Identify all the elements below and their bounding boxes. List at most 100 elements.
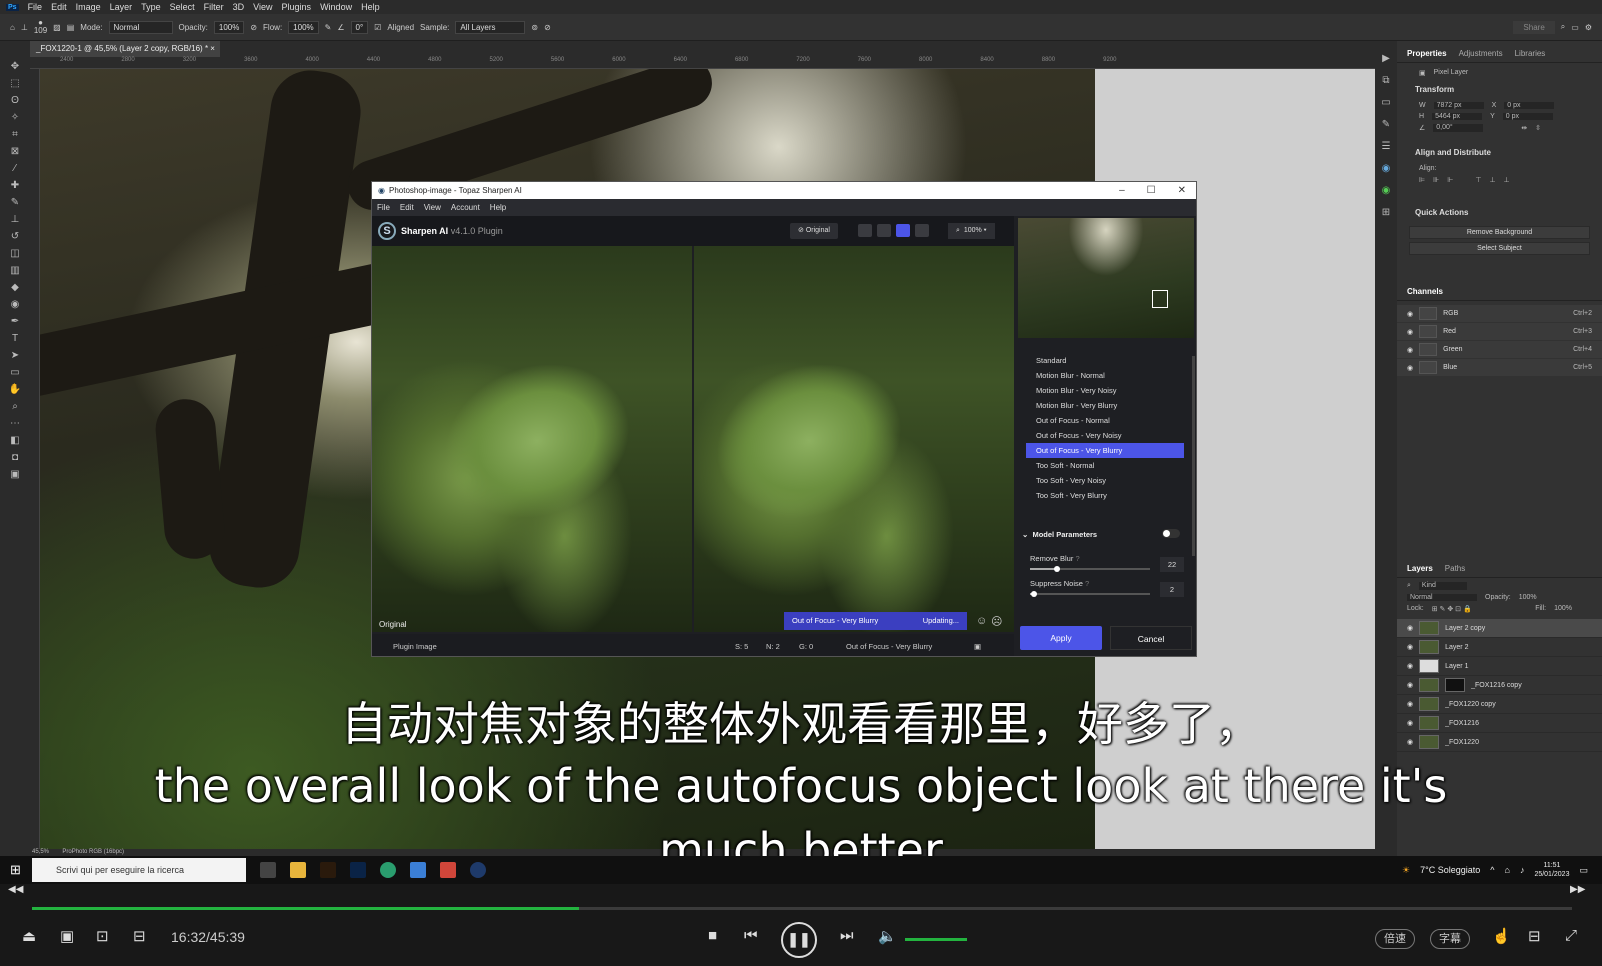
pause-button[interactable]: ❚❚ [781,922,817,958]
topaz-menu-view[interactable]: View [424,203,441,212]
brush-tool-icon[interactable]: ✎ [7,197,23,209]
clone-source-icon[interactable]: ▤ [67,23,75,32]
model-option[interactable]: Motion Blur - Very Blurry [1026,398,1184,413]
tab-properties[interactable]: Properties [1407,49,1447,58]
eye-icon[interactable]: ◉ [1407,346,1413,354]
windows-start-icon[interactable]: ⊞ [10,862,21,878]
eye-icon[interactable]: ◉ [1407,662,1413,670]
tab-layers[interactable]: Layers [1407,564,1433,573]
eyedropper-tool-icon[interactable]: ⁄ [7,163,23,175]
menu-help[interactable]: Help [361,2,380,12]
tab-channels[interactable]: Channels [1407,287,1443,296]
next-icon[interactable]: ⏭ [840,927,854,944]
file-explorer-icon[interactable] [290,862,306,878]
document-tab[interactable]: _FOX1220-1 @ 45,5% (Layer 2 copy, RGB/16… [30,41,220,57]
y-field[interactable]: 0 px [1502,113,1553,120]
quick-select-tool-icon[interactable]: ✧ [7,112,23,124]
layer-row[interactable]: ◉ Layer 1 [1397,657,1602,676]
original-preview-pane[interactable] [372,246,692,632]
slider-knob[interactable] [1054,566,1060,572]
frame-tool-icon[interactable]: ⊠ [7,146,23,158]
align-bottom-icon[interactable]: ⊥ [1504,176,1510,184]
progress-bar[interactable] [32,907,1572,910]
apply-button[interactable]: Apply [1020,626,1102,650]
model-option[interactable]: Out of Focus - Very Noisy [1026,428,1184,443]
network-icon[interactable]: ⌂ [1505,865,1510,875]
menu-select[interactable]: Select [170,2,195,12]
align-left-icon[interactable]: ⊫ [1419,176,1425,184]
layer-opacity-field[interactable]: 100% [1519,594,1537,601]
workspace-icon[interactable]: ▭ [1571,23,1579,32]
opacity-field[interactable]: 100% [213,20,245,34]
maximize-icon[interactable]: ☐ [1147,185,1156,196]
channel-row[interactable]: ◉ RGB Ctrl+2 [1397,305,1602,322]
taskbar-search-box[interactable]: Scrivi qui per eseguire la ricerca [32,858,246,882]
tab-libraries[interactable]: Libraries [1515,49,1546,58]
topaz-menu-account[interactable]: Account [451,203,480,212]
gradient-tool-icon[interactable]: ▥ [7,265,23,277]
lock-icons[interactable]: ⊞ ✎ ✥ ⊡ 🔒 [1432,605,1472,613]
model-option-selected[interactable]: Out of Focus - Very Blurry [1026,443,1184,458]
type-tool-icon[interactable]: T [7,333,23,345]
path-select-tool-icon[interactable]: ➤ [7,350,23,362]
task-view-icon[interactable] [260,862,276,878]
menu-layer[interactable]: Layer [110,2,133,12]
fill-field[interactable]: 100% [1554,605,1580,613]
model-option[interactable]: Too Soft - Very Blurry [1026,488,1184,503]
move-tool-icon[interactable]: ✥ [7,61,23,73]
eject-icon[interactable]: ⏏ [22,927,36,945]
brush-settings-icon[interactable]: ▨ [53,23,61,32]
eye-icon[interactable]: ◉ [1407,364,1413,372]
close-icon[interactable]: ✕ [1178,185,1186,196]
screen-mode-icon[interactable]: ▣ [7,469,23,481]
photos-icon[interactable] [410,862,426,878]
pressure-size-icon[interactable]: ⊘ [544,23,551,32]
toolbox-icon[interactable]: ⊟ [1528,927,1541,945]
cancel-button[interactable]: Cancel [1110,626,1192,650]
stop-icon[interactable]: ■ [708,927,717,944]
align-middle-icon[interactable]: ⊥ [1489,176,1495,184]
comments-icon[interactable]: ▭ [1378,97,1394,109]
navigator-preview[interactable] [1018,218,1194,338]
model-option[interactable]: Motion Blur - Normal [1026,368,1184,383]
layer-row[interactable]: ◉ Layer 2 [1397,638,1602,657]
flip-horizontal-icon[interactable]: ⇹ [1521,124,1527,132]
suppress-noise-value[interactable]: 2 [1160,582,1184,597]
hand-tool-icon[interactable]: ✋ [7,384,23,396]
menu-plugins[interactable]: Plugins [282,2,312,12]
help-icon[interactable]: ? [1085,579,1089,588]
adjustments-icon[interactable]: ☰ [1378,141,1394,153]
auto-params-toggle[interactable] [1162,529,1180,538]
dodge-tool-icon[interactable]: ◉ [7,299,23,311]
frown-feedback-icon[interactable]: ☹ [991,615,1002,628]
tab-paths[interactable]: Paths [1445,564,1465,573]
eye-icon[interactable]: ◉ [1407,328,1413,336]
menu-image[interactable]: Image [76,2,101,12]
select-subject-button[interactable]: Select Subject [1409,242,1590,255]
crop-tool-icon[interactable]: ⌗ [7,129,23,141]
tab-adjustments[interactable]: Adjustments [1459,49,1503,58]
tray-arrow-icon[interactable]: ^ [1490,865,1494,875]
transform-section-title[interactable]: Transform [1397,79,1602,100]
bridge-icon[interactable] [320,862,336,878]
suppress-noise-slider[interactable] [1030,591,1150,597]
pen-tool-icon[interactable]: ✒ [7,316,23,328]
remove-blur-slider[interactable] [1030,566,1150,572]
volume-slider[interactable] [905,938,967,941]
topaz-menu-file[interactable]: File [377,203,390,212]
model-parameters-header[interactable]: ⌄ Model Parameters [1022,530,1097,539]
channel-row[interactable]: ◉ Blue Ctrl+5 [1397,359,1602,376]
ignore-adjustment-icon[interactable]: ⊚ [531,23,538,32]
model-option-standard[interactable]: Standard [1026,353,1184,368]
blend-mode-select[interactable]: Normal [1407,594,1477,601]
menu-3d[interactable]: 3D [233,2,245,12]
menu-file[interactable]: File [28,2,43,12]
channel-row[interactable]: ◉ Green Ctrl+4 [1397,341,1602,358]
eye-icon[interactable]: ◉ [1407,624,1413,632]
share-button[interactable]: Share [1513,20,1555,34]
processed-preview-pane[interactable] [694,246,1014,632]
more-tools-icon[interactable]: ⋯ [7,418,23,430]
model-option[interactable]: Too Soft - Normal [1026,458,1184,473]
weather-text[interactable]: 7°C Soleggiato [1420,865,1480,875]
split-view-icon[interactable] [877,224,891,237]
